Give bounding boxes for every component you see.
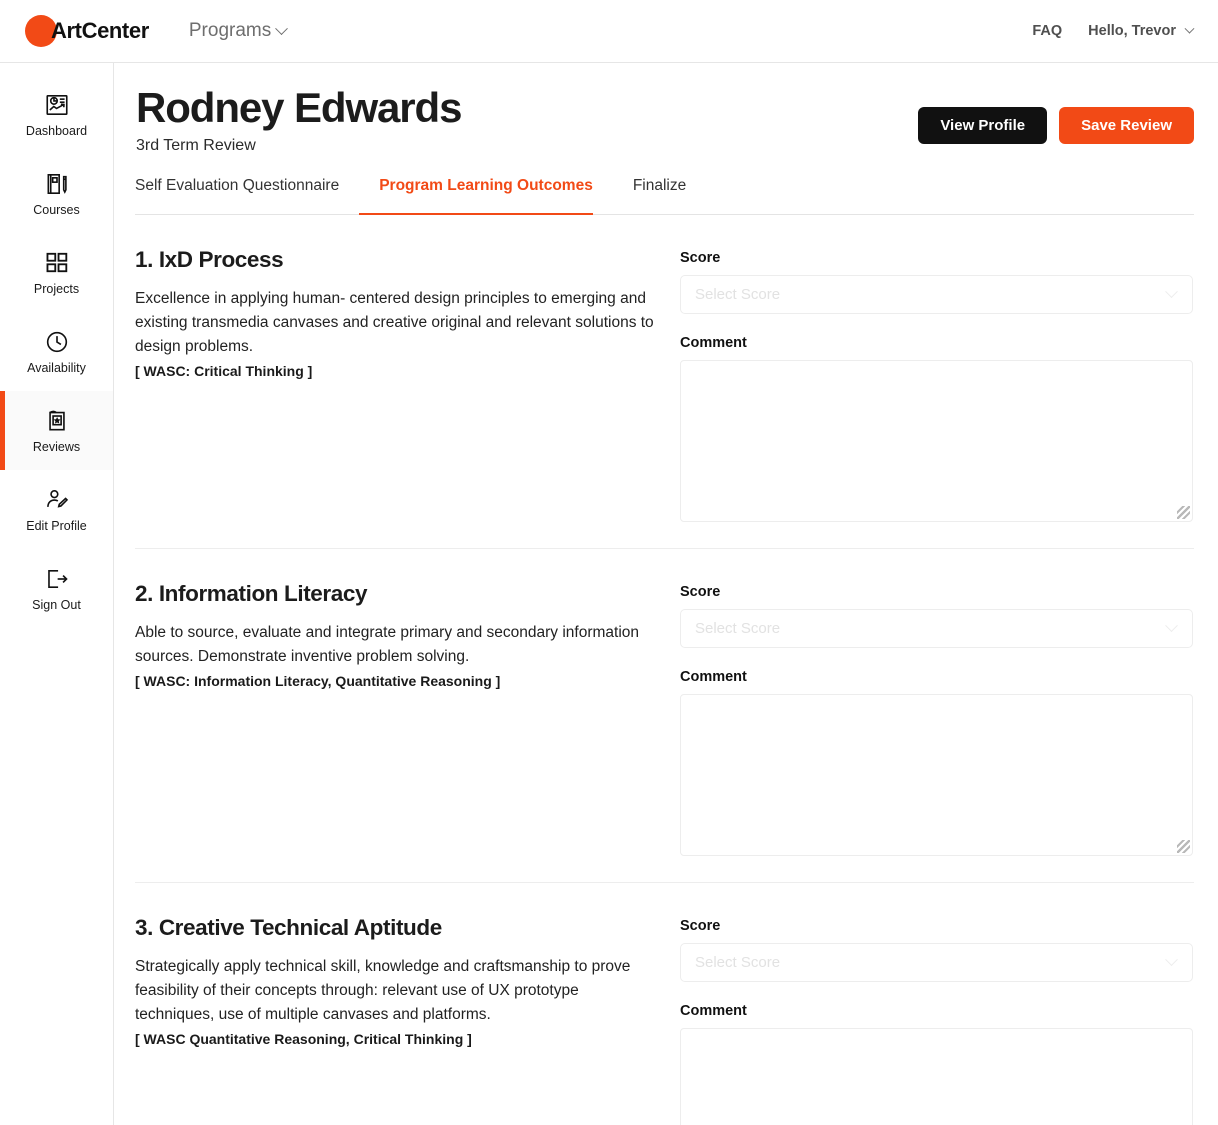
outcome-wasc-tag: [ WASC Quantitative Reasoning, Critical …: [135, 1031, 472, 1048]
brand-logo[interactable]: ArtCenter: [25, 15, 149, 47]
courses-icon: [47, 173, 67, 194]
sidebar-item-sign-out[interactable]: Sign Out: [0, 549, 113, 628]
page-header: Rodney Edwards 3rd Term Review View Prof…: [114, 63, 1218, 155]
page-title-group: Rodney Edwards 3rd Term Review: [136, 84, 462, 155]
outcome-description-column: 2. Information Literacy Able to source, …: [135, 581, 680, 856]
programs-menu[interactable]: Programs: [188, 20, 289, 42]
sidebar-navigation: Dashboard Courses Projects Availability: [0, 63, 114, 1125]
outcome-wasc-tag: [ WASC: Information Literacy, Quantitati…: [135, 673, 501, 690]
score-select[interactable]: Select Score: [680, 943, 1193, 983]
chevron-down-icon: [275, 21, 289, 35]
programs-label: Programs: [188, 20, 272, 41]
comment-textarea[interactable]: [680, 360, 1193, 523]
user-menu[interactable]: Hello, Trevor: [1088, 23, 1195, 39]
outcome-input-column: Score Select Score Comment: [680, 581, 1194, 857]
outcome-title: 2. Information Literacy: [135, 581, 368, 607]
score-select[interactable]: Select Score: [680, 275, 1193, 315]
chevron-down-icon: [1165, 619, 1178, 633]
top-bar-right-group: FAQ Hello, Trevor: [1032, 23, 1195, 39]
outcome-section: 2. Information Literacy Able to source, …: [135, 549, 1194, 884]
sidebar-item-courses[interactable]: Courses: [0, 154, 113, 233]
sidebar-item-label: Projects: [33, 281, 80, 296]
tab-program-learning-outcomes[interactable]: Program Learning Outcomes: [359, 177, 613, 216]
score-placeholder: Select Score: [695, 954, 781, 972]
chevron-down-icon: [1184, 23, 1195, 34]
outcome-description: Strategically apply technical skill, kno…: [135, 958, 631, 1024]
reviews-icon: [48, 410, 65, 430]
sidebar-item-label: Sign Out: [32, 597, 81, 612]
header-actions: View Profile Save Review: [918, 85, 1194, 144]
comment-textarea[interactable]: [680, 1028, 1193, 1125]
outcome-description: Able to source, evaluate and integrate p…: [135, 624, 640, 666]
sidebar-item-dashboard[interactable]: Dashboard: [0, 75, 113, 154]
score-label: Score: [680, 918, 721, 935]
sidebar-item-edit-profile[interactable]: Edit Profile: [0, 470, 113, 549]
dashboard-icon: [45, 94, 68, 115]
clock-icon: [46, 331, 67, 352]
outcome-section: 3. Creative Technical Aptitude Strategic…: [135, 883, 1194, 1125]
score-placeholder: Select Score: [695, 286, 781, 304]
sidebar-item-label: Dashboard: [25, 123, 88, 138]
chevron-down-icon: [1165, 285, 1178, 299]
edit-profile-icon: [46, 489, 68, 508]
sidebar-item-reviews[interactable]: Reviews: [0, 391, 113, 470]
sidebar-item-availability[interactable]: Availability: [0, 312, 113, 391]
score-label: Score: [680, 584, 721, 601]
outcome-input-column: Score Select Score Comment: [680, 915, 1194, 1125]
score-select[interactable]: Select Score: [680, 609, 1193, 649]
brand-name: ArtCenter: [51, 18, 149, 43]
save-review-button[interactable]: Save Review: [1059, 107, 1194, 144]
outcome-title: 1. IxD Process: [135, 247, 284, 273]
outcome-title: 3. Creative Technical Aptitude: [135, 915, 442, 941]
projects-icon: [46, 252, 67, 272]
view-profile-button[interactable]: View Profile: [918, 107, 1048, 144]
sidebar-item-label: Courses: [33, 202, 80, 217]
sign-out-icon: [47, 569, 68, 588]
outcome-description-column: 3. Creative Technical Aptitude Strategic…: [135, 915, 680, 1125]
sidebar-item-projects[interactable]: Projects: [0, 233, 113, 312]
sidebar-item-label: Reviews: [32, 439, 81, 454]
score-label: Score: [680, 250, 721, 267]
sidebar-item-label: Edit Profile: [26, 518, 87, 533]
faq-link[interactable]: FAQ: [1032, 23, 1062, 39]
tab-self-evaluation-questionnaire[interactable]: Self Evaluation Questionnaire: [135, 177, 359, 214]
comment-label: Comment: [680, 669, 747, 686]
main-content: Rodney Edwards 3rd Term Review View Prof…: [114, 63, 1218, 1125]
outcome-description: Excellence in applying human- centered d…: [135, 290, 654, 356]
page-title: Rodney Edwards: [136, 84, 462, 131]
outcome-section: 1. IxD Process Excellence in applying hu…: [135, 215, 1194, 550]
outcome-description-column: 1. IxD Process Excellence in applying hu…: [135, 247, 680, 522]
tab-bar: Self Evaluation Questionnaire Program Le…: [135, 177, 1194, 216]
outcome-wasc-tag: [ WASC: Critical Thinking ]: [135, 363, 313, 380]
score-placeholder: Select Score: [695, 620, 781, 638]
chevron-down-icon: [1165, 953, 1178, 967]
sidebar-item-label: Availability: [27, 360, 86, 375]
comment-label: Comment: [680, 335, 747, 352]
user-greeting: Hello, Trevor: [1088, 23, 1176, 39]
resize-handle-icon[interactable]: [1177, 506, 1190, 520]
resize-handle-icon[interactable]: [1177, 840, 1190, 854]
outcomes-list: 1. IxD Process Excellence in applying hu…: [114, 215, 1218, 1125]
comment-textarea[interactable]: [680, 694, 1193, 857]
outcome-input-column: Score Select Score Comment: [680, 247, 1194, 523]
page-subtitle: 3rd Term Review: [136, 137, 256, 155]
tab-finalize[interactable]: Finalize: [613, 177, 706, 214]
top-navigation-bar: ArtCenter Programs FAQ Hello, Trevor: [0, 0, 1218, 63]
comment-label: Comment: [680, 1003, 747, 1020]
